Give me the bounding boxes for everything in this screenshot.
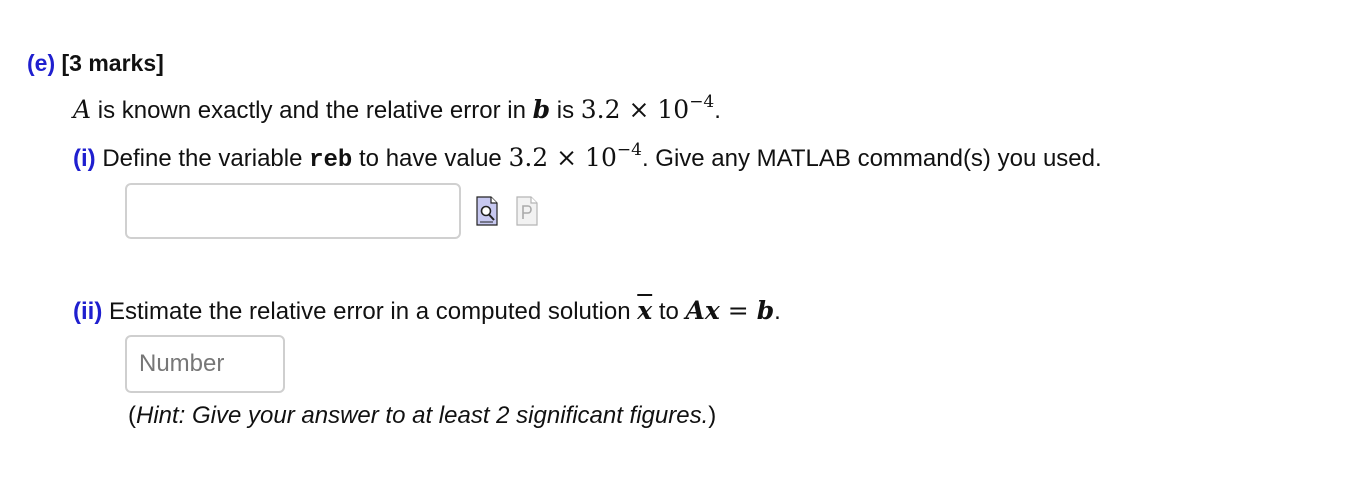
preview-icon[interactable]	[476, 196, 498, 226]
section-heading: (e) [3 marks]	[27, 50, 164, 77]
error-value-exponent: −4	[689, 92, 715, 112]
part-i-value-mantissa: 3.2 × 10	[508, 143, 617, 172]
section-label: (e)	[27, 50, 56, 76]
section-marks: [3 marks]	[61, 50, 164, 76]
hint-text: Hint: Give your answer to at least 2 sig…	[136, 402, 709, 429]
part-i-text-3: . Give any MATLAB command(s) you used.	[641, 145, 1102, 172]
equation-lhs: Ax	[685, 296, 720, 325]
part-i-text-2: to have value	[352, 145, 509, 172]
part-ii-end: .	[774, 298, 781, 325]
part-i-question: (i) Define the variable reb to have valu…	[73, 140, 1102, 175]
error-value-mantissa: 3.2 × 10	[580, 95, 690, 124]
computed-solution-xbar: x	[637, 296, 653, 325]
error-value: 3.2 × 10−4	[580, 92, 715, 125]
equation-rhs: b	[756, 296, 775, 325]
part-i-text-1: Define the variable	[95, 145, 310, 172]
matlab-command-input[interactable]	[125, 183, 461, 239]
matrix-A: A	[73, 95, 92, 124]
problem-statement: A is known exactly and the relative erro…	[73, 92, 721, 125]
statement-text-2: is	[550, 97, 581, 124]
vector-b: b	[532, 95, 551, 124]
variable-name-reb: reb	[309, 147, 353, 174]
part-i-value-exponent: −4	[616, 140, 642, 160]
part-ii-label: (ii)	[73, 298, 103, 325]
hint-open-paren: (	[128, 402, 136, 429]
part-ii-question: (ii) Estimate the relative error in a co…	[73, 296, 781, 326]
part-ii-text-2: to	[652, 298, 686, 325]
statement-text-1: is known exactly and the relative error …	[91, 97, 533, 124]
part-i-value: 3.2 × 10−4	[508, 140, 642, 173]
part-i-label: (i)	[73, 145, 96, 172]
part-ii-text-1: Estimate the relative error in a compute…	[102, 298, 638, 325]
number-answer-input[interactable]	[125, 335, 285, 393]
statement-end: .	[714, 97, 721, 124]
equation-equals: =	[719, 296, 757, 325]
hint: (Hint: Give your answer to at least 2 si…	[128, 402, 716, 430]
paste-icon[interactable]	[516, 196, 538, 226]
hint-close-paren: )	[708, 402, 717, 429]
